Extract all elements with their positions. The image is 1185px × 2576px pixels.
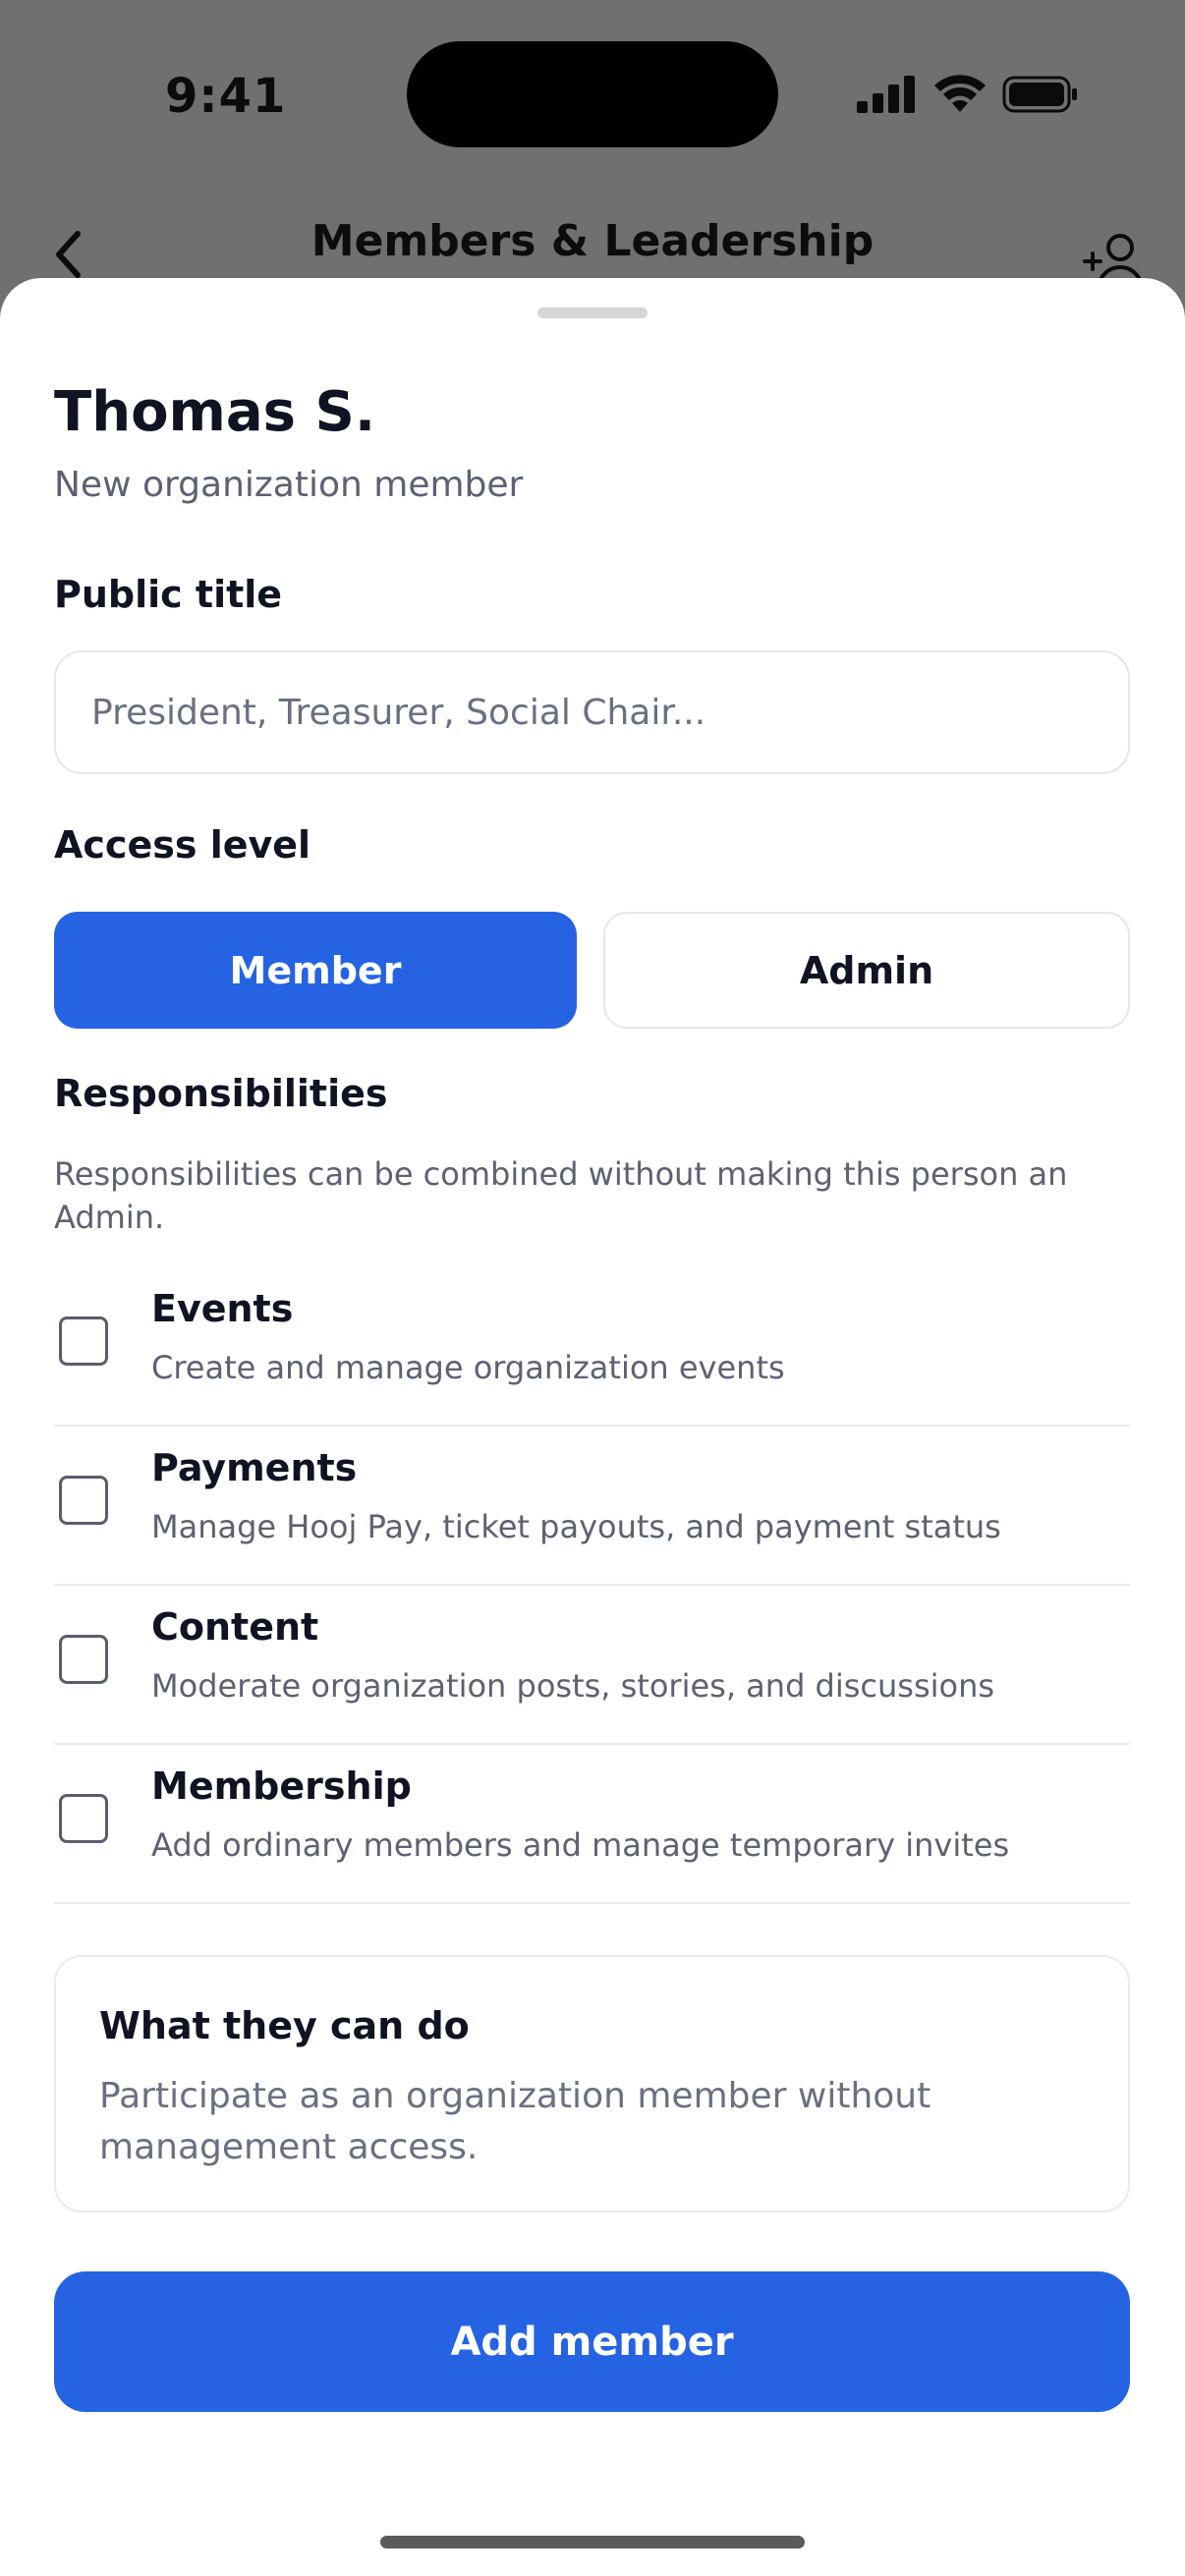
responsibility-events[interactable]: Events Create and manage organization ev… [54,1267,1130,1427]
cellular-signal-icon [857,76,915,113]
public-title-label: Public title [54,573,283,616]
person-name: Thomas S. [54,380,376,444]
sheet-grabber[interactable] [537,308,648,318]
responsibility-payments[interactable]: Payments Manage Hooj Pay, ticket payouts… [54,1427,1130,1586]
person-subtitle: New organization member [54,465,524,505]
status-icons [857,75,1079,114]
events-checkbox[interactable] [59,1316,108,1366]
membership-checkbox[interactable] [59,1794,108,1843]
add-member-sheet: Thomas S. New organization member Public… [0,278,1185,2576]
responsibility-description: Add ordinary members and manage temporar… [151,1826,1010,1864]
permissions-info-card: What they can do Participate as an organ… [54,1955,1130,2212]
access-admin-button[interactable]: Admin [603,912,1130,1029]
public-title-input[interactable] [54,650,1130,774]
responsibilities-help: Responsibilities can be combined without… [54,1155,1068,1236]
info-card-title: What they can do [99,2004,470,2047]
responsibilities-label: Responsibilities [54,1072,388,1115]
access-level-label: Access level [54,823,311,867]
responsibility-description: Create and manage organization events [151,1349,785,1386]
responsibility-title: Payments [151,1446,358,1489]
home-indicator [380,2536,805,2548]
responsibility-membership[interactable]: Membership Add ordinary members and mana… [54,1745,1130,1904]
add-member-button[interactable]: Add member [54,2271,1130,2412]
dynamic-island [407,41,778,147]
responsibility-title: Events [151,1287,294,1330]
nav-title: Members & Leadership [310,216,875,266]
responsibility-title: Content [151,1605,319,1649]
info-card-body: Participate as an organization member wi… [99,2076,931,2167]
status-time: 9:41 [165,69,287,124]
responsibility-description: Manage Hooj Pay, ticket payouts, and pay… [151,1508,1001,1545]
responsibility-description: Moderate organization posts, stories, an… [151,1667,995,1705]
content-checkbox[interactable] [59,1635,108,1684]
responsibility-title: Membership [151,1764,412,1808]
responsibility-content[interactable]: Content Moderate organization posts, sto… [54,1586,1130,1745]
status-bar: 9:41 [0,0,1185,187]
wifi-icon [934,75,986,112]
battery-icon [1002,76,1077,113]
payments-checkbox[interactable] [59,1476,108,1525]
access-member-button[interactable]: Member [54,912,577,1029]
